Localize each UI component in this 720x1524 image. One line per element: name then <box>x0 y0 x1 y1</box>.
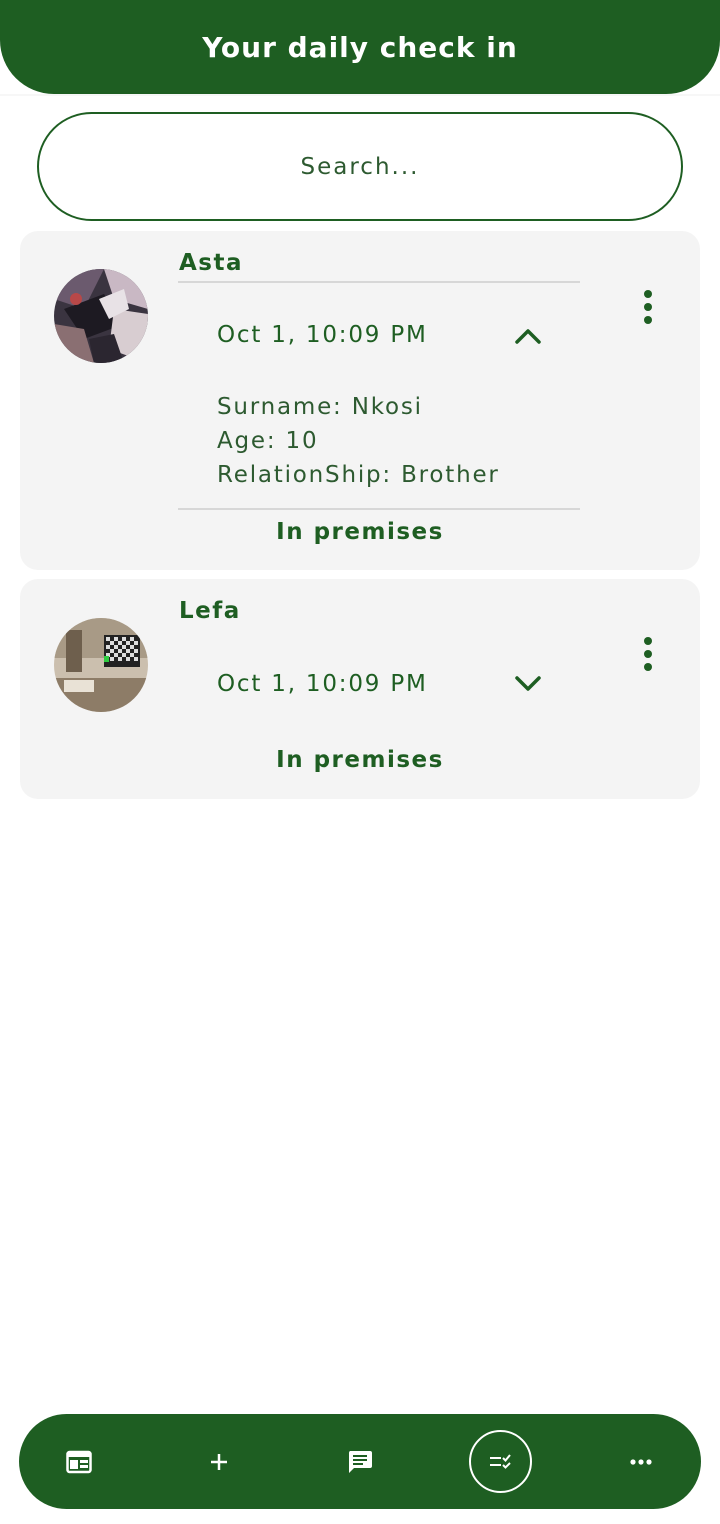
search-input[interactable] <box>103 153 617 180</box>
divider <box>178 281 580 283</box>
nav-messages[interactable] <box>320 1414 400 1509</box>
chevron-up-icon[interactable] <box>514 326 542 346</box>
search-field[interactable] <box>37 112 683 221</box>
details-section: Surname: Nkosi Age: 10 RelationShip: Bro… <box>217 390 500 492</box>
message-icon <box>348 1450 372 1473</box>
checklist-icon <box>489 1453 511 1469</box>
more-horizontal-icon <box>630 1458 652 1465</box>
nav-checklist[interactable] <box>469 1430 532 1493</box>
surname-text: Surname: Nkosi <box>217 394 423 420</box>
add-icon <box>211 1453 227 1470</box>
avatar <box>54 618 148 712</box>
dashboard-icon <box>66 1450 92 1473</box>
nav-more[interactable] <box>601 1414 681 1509</box>
nav-add[interactable] <box>179 1414 259 1509</box>
relationship-text: RelationShip: Brother <box>217 462 500 488</box>
checkin-datetime: Oct 1, 10:09 PM <box>217 671 428 697</box>
header: Your daily check in <box>0 0 720 94</box>
chevron-down-icon[interactable] <box>514 674 542 694</box>
divider <box>178 508 580 510</box>
person-name: Lefa <box>179 598 241 624</box>
checkin-card[interactable]: Lefa Oct 1, 10:09 PM In premises <box>20 579 700 799</box>
bottom-nav <box>19 1414 701 1509</box>
nav-dashboard[interactable] <box>39 1414 119 1509</box>
checkin-datetime: Oct 1, 10:09 PM <box>217 322 428 348</box>
status-label: In premises <box>276 519 444 545</box>
avatar <box>54 269 148 363</box>
page-title: Your daily check in <box>202 30 518 64</box>
age-text: Age: 10 <box>217 428 319 454</box>
status-label: In premises <box>276 747 444 773</box>
person-name: Asta <box>179 250 244 276</box>
app-root: Your daily check in Asta Oct 1, 10:09 PM <box>0 0 720 1524</box>
checkin-card[interactable]: Asta Oct 1, 10:09 PM Surname: Nkosi Age:… <box>20 231 700 570</box>
header-shadow <box>0 94 720 96</box>
more-vertical-icon[interactable] <box>639 289 657 329</box>
more-vertical-icon[interactable] <box>639 636 657 676</box>
